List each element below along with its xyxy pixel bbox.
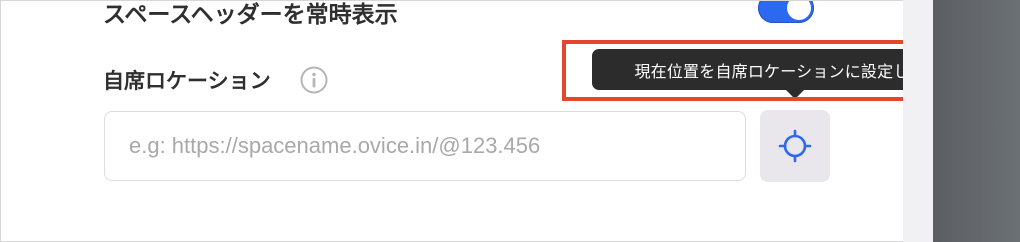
settings-panel: スペースヘッダーを常時表示 自席ロケーション 現在位置を自席ロケーションに設定し… (0, 0, 1020, 242)
panel-scroll-gutter (903, 0, 933, 242)
space-header-always-show-toggle[interactable] (758, 1, 814, 23)
toggle-knob (787, 1, 811, 20)
self-seat-location-url-input[interactable] (104, 111, 746, 181)
info-circle-icon[interactable] (298, 64, 330, 96)
annotation-highlight-box (562, 40, 932, 101)
set-current-location-button[interactable] (760, 110, 830, 182)
background-overlay (933, 0, 1020, 242)
crosshair-locate-icon (778, 129, 812, 163)
space-header-always-show-label: スペースヘッダーを常時表示 (103, 2, 398, 28)
self-seat-location-title: 自席ロケーション (103, 69, 271, 93)
